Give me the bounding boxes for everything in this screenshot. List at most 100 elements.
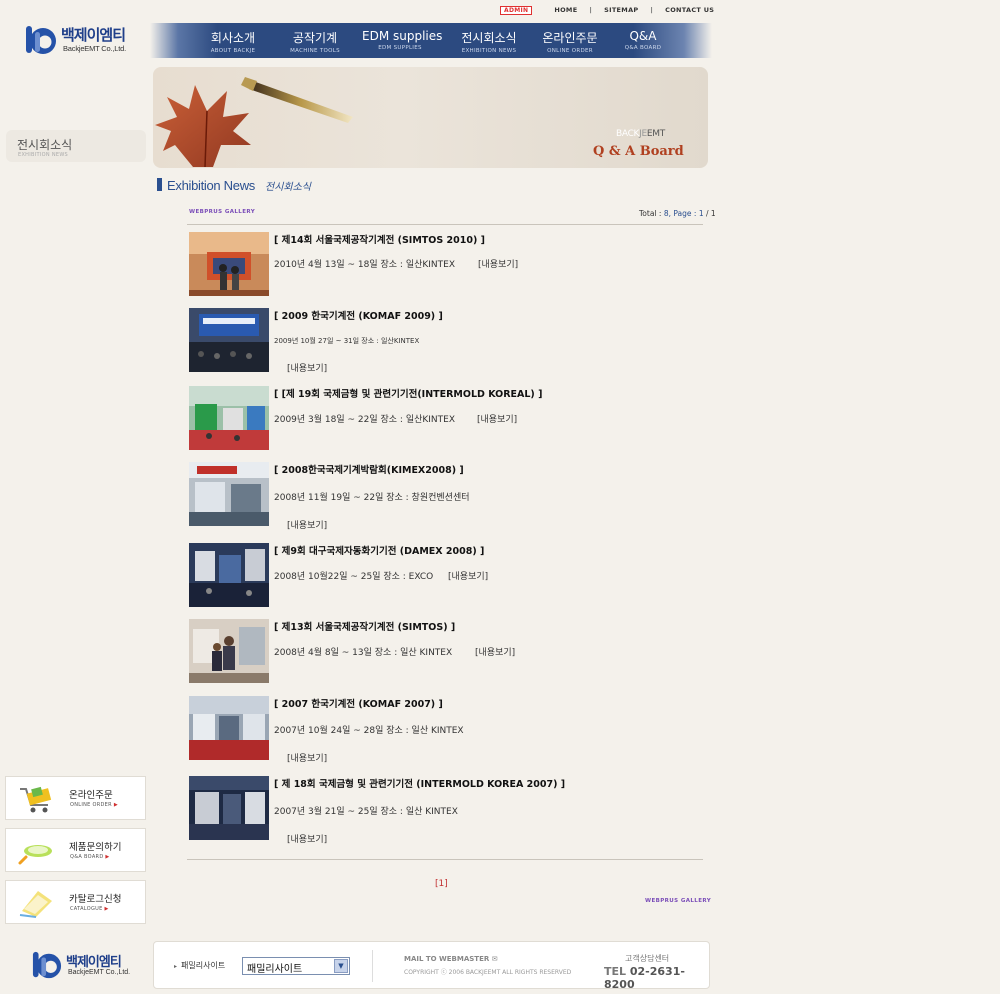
nav-edm-supplies-label: EDM supplies: [362, 29, 443, 43]
view-details-link[interactable]: [내용보기]: [477, 412, 517, 425]
nav-exhibition-news[interactable]: 전시회소식 EXHIBITION NEWS: [455, 23, 523, 58]
page-title-kr: 전시회소식: [265, 182, 311, 193]
arrow-right-icon: ▶: [104, 906, 109, 912]
exhibition-thumbnail[interactable]: [189, 776, 269, 840]
view-details-link[interactable]: [내용보기]: [287, 361, 327, 374]
view-details-link[interactable]: [내용보기]: [287, 751, 327, 764]
logo-text-kr: 백제이엠티: [61, 26, 126, 44]
arrow-right-icon: ▶: [113, 802, 118, 808]
nav-exhibition-news-sub: EXHIBITION NEWS: [461, 48, 517, 54]
catalogue-request-sub: CATALOGUE ▶: [70, 906, 109, 912]
footer-logo-en: BackjeEMT Co.,Ltd.: [68, 969, 131, 976]
phone-number: TEL 02-2631-8200: [604, 965, 685, 991]
nav-about[interactable]: 회사소개 ABOUT BACKJE: [203, 23, 263, 58]
catalogue-request-label: 카탈로그신청: [69, 894, 122, 905]
exhibition-thumbnail[interactable]: [189, 308, 269, 372]
online-order-button[interactable]: 온라인주문 ONLINE ORDER ▶: [5, 776, 146, 820]
logo-mark-icon: [26, 26, 56, 54]
hero-banner: BACKJEEMT Q & A Board: [153, 67, 708, 168]
item-title[interactable]: [ [제 19회 국제금형 및 관련기기전(INTERMOLD KOREAL) …: [274, 386, 542, 400]
exhibition-thumbnail[interactable]: [189, 232, 269, 296]
product-inquiry-button[interactable]: 제품문의하기 Q&A BOARD ▶: [5, 828, 146, 872]
nav-qa-label: Q&A: [629, 29, 657, 43]
nav-online-order-label: 온라인주문: [542, 31, 598, 45]
nav-qa[interactable]: Q&A Q&A BOARD: [618, 23, 668, 58]
utility-links: ADMIN HOME | SITEMAP | CONTACT US: [500, 5, 714, 15]
bullet-icon: ▸: [174, 963, 178, 970]
site-logo[interactable]: 백제이엠티 BackjeEMT Co.,Ltd.: [23, 22, 135, 58]
total-count: Total : 8, Page : 1 / 1: [639, 209, 716, 218]
divider: [372, 950, 373, 982]
divider: [187, 859, 703, 860]
divider: [187, 224, 703, 225]
mail-to-webmaster-link[interactable]: MAIL TO WEBMASTER ✉: [404, 955, 498, 963]
sitemap-link[interactable]: SITEMAP: [604, 6, 638, 14]
footer: ▸ 패밀리사이트 패밀리사이트 ▼ MAIL TO WEBMASTER ✉ COP…: [153, 941, 710, 991]
item-info: 2010년 4월 13일 ~ 18일 장소 : 일산KINTEX: [274, 260, 456, 270]
product-inquiry-label: 제품문의하기: [69, 842, 122, 853]
page-title: Exhibition News 전시회소식: [157, 177, 311, 193]
nav-machine-tools-sub: MACHINE TOOLS: [290, 48, 340, 54]
customer-center-label: 고객상담센터: [625, 954, 670, 963]
divider: |: [589, 6, 593, 14]
catalogue-request-button[interactable]: 카탈로그신청 CATALOGUE ▶: [5, 880, 146, 924]
online-order-sub: ONLINE ORDER ▶: [70, 802, 118, 808]
envelope-icon: ✉: [491, 955, 498, 963]
magnifier-icon: [18, 845, 52, 865]
nav-about-sub: ABOUT BACKJE: [210, 48, 256, 54]
view-details-link[interactable]: [내용보기]: [478, 257, 518, 270]
banner-title: Q & A Board: [593, 144, 684, 159]
item-title[interactable]: [ 제9회 대구국제자동화기기전 (DAMEX 2008) ]: [274, 543, 484, 557]
exhibition-thumbnail[interactable]: [189, 543, 269, 607]
item-info: 2009년 10월 27일 ~ 31일 장소 : 일산KINTEX: [274, 337, 420, 345]
exhibition-thumbnail[interactable]: [189, 696, 269, 760]
exhibition-thumbnail[interactable]: [189, 619, 269, 683]
item-title[interactable]: [ 2007 한국기계전 (KOMAF 2007) ]: [274, 696, 443, 710]
section-label-kr: 전시회소식: [17, 138, 73, 152]
nav-qa-sub: Q&A BOARD: [624, 45, 662, 51]
pagination-page-1[interactable]: [1]: [435, 879, 448, 889]
item-info: 2008년 11월 19일 ~ 22일 장소 : 창원컨벤션센터: [274, 493, 470, 503]
footer-logo-kr: 백제이엠티: [66, 955, 122, 970]
nav-machine-tools[interactable]: 공작기계 MACHINE TOOLS: [283, 23, 347, 58]
logo-text-en: BackjeEMT Co.,Ltd.: [63, 44, 126, 53]
divider: |: [650, 6, 654, 14]
item-title[interactable]: [ 제14회 서울국제공작기계전 (SIMTOS 2010) ]: [274, 232, 485, 246]
section-label: 전시회소식 EXHIBITION NEWS: [6, 130, 146, 162]
item-title[interactable]: [ 2009 한국기계전 (KOMAF 2009) ]: [274, 308, 443, 322]
nav-online-order-sub: ONLINE ORDER: [547, 48, 593, 54]
view-details-link[interactable]: [내용보기]: [287, 518, 327, 531]
view-details-link[interactable]: [내용보기]: [475, 645, 515, 658]
item-title[interactable]: [ 제13회 서울국제공작기계전 (SIMTOS) ]: [274, 619, 455, 633]
title-bar-icon: [157, 178, 162, 191]
item-info: 2007년 10월 24일 ~ 28일 장소 : 일산 KINTEX: [274, 726, 464, 736]
main-nav: 회사소개 ABOUT BACKJE 공작기계 MACHINE TOOLS EDM…: [150, 23, 712, 58]
online-order-label: 온라인주문: [69, 790, 113, 801]
view-details-link[interactable]: [내용보기]: [287, 832, 327, 845]
chevron-down-icon: ▼: [334, 959, 348, 973]
copyright-text: COPYRIGHT ⓒ 2006 BACKJEEMT ALL RIGHTS RE…: [404, 969, 572, 976]
item-info: 2008년 4월 8일 ~ 13일 장소 : 일산 KINTEX: [274, 648, 453, 658]
nav-online-order[interactable]: 온라인주문 ONLINE ORDER: [538, 23, 602, 58]
family-site-select[interactable]: 패밀리사이트 ▼: [242, 957, 350, 975]
exhibition-thumbnail[interactable]: [189, 462, 269, 526]
nav-machine-tools-label: 공작기계: [292, 31, 338, 45]
nav-edm-supplies[interactable]: EDM supplies EDM SUPPLIES: [362, 23, 443, 58]
admin-link[interactable]: ADMIN: [500, 5, 533, 15]
nav-about-label: 회사소개: [210, 31, 256, 45]
product-inquiry-sub: Q&A BOARD ▶: [70, 854, 110, 860]
item-info: 2007년 3월 21일 ~ 25일 장소 : 일산 KINTEX: [274, 807, 458, 817]
gallery-label-footer: WEBPRUS GALLERY: [645, 898, 712, 904]
logo-mark-icon: [32, 951, 62, 979]
catalogue-icon: [19, 891, 52, 918]
exhibition-thumbnail[interactable]: [189, 386, 269, 450]
section-label-en: EXHIBITION NEWS: [18, 152, 69, 158]
item-title[interactable]: [ 2008한국국제기계박람회(KIMEX2008) ]: [274, 462, 464, 476]
view-details-link[interactable]: [내용보기]: [448, 569, 488, 582]
home-link[interactable]: HOME: [554, 6, 577, 14]
item-title[interactable]: [ 제 18회 국제금형 및 관련기기전 (INTERMOLD KOREA 20…: [274, 776, 565, 790]
contact-link[interactable]: CONTACT US: [665, 6, 714, 14]
family-site-label: ▸ 패밀리사이트: [174, 961, 226, 970]
footer-logo: 백제이엠티 BackjeEMT Co.,Ltd.: [30, 950, 140, 982]
cart-icon: [20, 786, 52, 813]
